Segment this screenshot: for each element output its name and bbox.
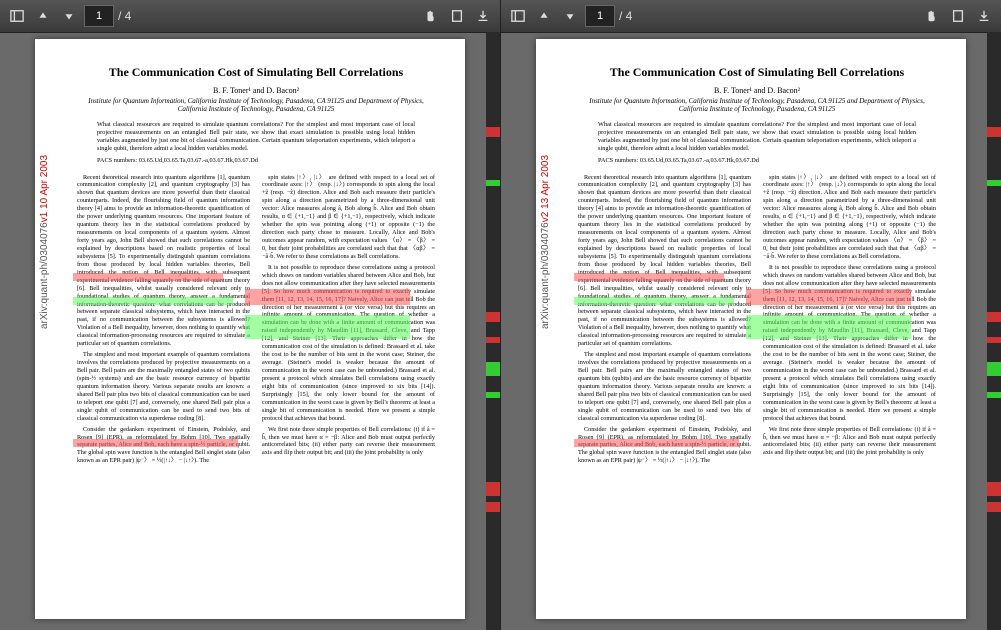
body-paragraph: spin states |↑〉, |↓〉 are defined with re… [763,174,936,261]
body-paragraph: The simplest and most important example … [77,351,250,422]
paper-title: The Communication Cost of Simulating Bel… [578,65,936,80]
hand-tool-icon[interactable] [420,5,442,27]
right-pane: / 4 arXiv:quant-ph/0304076v2 13 Apr 2003… [501,0,1001,630]
left-toolbar: / 4 [0,0,500,33]
diff-marker[interactable] [486,180,500,186]
next-page-icon[interactable] [559,5,581,27]
diff-highlight [574,297,734,305]
page-input[interactable] [84,5,114,27]
diff-marker[interactable] [486,337,500,343]
paper-authors: B. F. Toner¹ and D. Bacon² [77,86,435,95]
left-diff-strip[interactable] [486,32,500,630]
arxiv-sidelabel: arXiv:quant-ph/0304076v2 13 Apr 2003 [540,155,551,329]
diff-highlight [73,297,233,305]
page-total: / 4 [118,9,131,23]
arxiv-sidelabel: arXiv:quant-ph/0304076v1 10 Apr 2003 [39,155,50,329]
diff-marker[interactable] [987,180,1001,186]
diff-marker[interactable] [486,362,500,376]
diff-marker[interactable] [987,362,1001,376]
diff-marker[interactable] [987,482,1001,496]
diff-marker[interactable] [486,127,500,137]
paper-pacs: PACS numbers: 03.65.Ud,03.65.Ta,03.67.-a… [598,157,916,164]
body-paragraph: Recent theoretical research into quantum… [578,174,751,349]
paper-abstract: What classical resources are required to… [598,121,916,152]
diff-marker[interactable] [486,392,500,398]
paper-pacs: PACS numbers: 03.65.Ud,03.65.Ta,03.67.-a… [97,157,415,164]
prev-page-icon[interactable] [32,5,54,27]
diff-marker[interactable] [987,127,1001,137]
sidebar-toggle-icon[interactable] [6,5,28,27]
diff-highlight [574,439,739,447]
diff-highlight [746,315,911,339]
diff-marker[interactable] [486,312,500,322]
prev-page-icon[interactable] [533,5,555,27]
left-viewport[interactable]: arXiv:quant-ph/0304076v1 10 Apr 2003 The… [0,33,500,630]
page-input[interactable] [585,5,615,27]
hand-tool-icon[interactable] [921,5,943,27]
paper-title: The Communication Cost of Simulating Bel… [77,65,435,80]
diff-marker[interactable] [987,312,1001,322]
right-diff-strip[interactable] [987,32,1001,630]
diff-highlight [574,273,724,281]
body-paragraph: It is not possible to reproduce these co… [763,264,936,423]
left-page: arXiv:quant-ph/0304076v1 10 Apr 2003 The… [35,39,465,619]
right-page: arXiv:quant-ph/0304076v2 13 Apr 2003 The… [536,39,966,619]
page-indicator: / 4 [84,5,131,27]
diff-marker[interactable] [987,502,1001,512]
diff-highlight [245,289,410,305]
diff-highlight [73,273,223,281]
diff-marker[interactable] [987,337,1001,343]
sidebar-toggle-icon[interactable] [507,5,529,27]
next-page-icon[interactable] [58,5,80,27]
diff-highlight [245,315,410,339]
body-paragraph: It is not possible to reproduce these co… [262,264,435,423]
body-paragraph: We first note three simple properties of… [262,426,435,458]
diff-marker[interactable] [486,502,500,512]
diff-highlight [73,439,238,447]
download-icon[interactable] [973,5,995,27]
left-pane: / 4 arXiv:quant-ph/0304076v1 10 Apr 2003… [0,0,501,630]
download-icon[interactable] [472,5,494,27]
body-paragraph: We first note three simple properties of… [763,426,936,458]
diff-marker[interactable] [987,392,1001,398]
page-total: / 4 [619,9,632,23]
diff-highlight [746,289,911,305]
body-paragraph: spin states |↑〉, |↓〉 are defined with re… [262,174,435,261]
body-paragraph: Recent theoretical research into quantum… [77,174,250,349]
fit-page-icon[interactable] [446,5,468,27]
paper-abstract: What classical resources are required to… [97,121,415,152]
body-paragraph: The simplest and most important example … [578,351,751,422]
right-toolbar: / 4 [501,0,1001,33]
paper-authors: B. F. Toner¹ and D. Bacon² [578,86,936,95]
diff-marker[interactable] [486,482,500,496]
paper-affiliation: Institute for Quantum Information, Calif… [578,97,936,113]
paper-affiliation: Institute for Quantum Information, Calif… [77,97,435,113]
right-viewport[interactable]: arXiv:quant-ph/0304076v2 13 Apr 2003 The… [501,33,1001,630]
page-indicator: / 4 [585,5,632,27]
fit-page-icon[interactable] [947,5,969,27]
